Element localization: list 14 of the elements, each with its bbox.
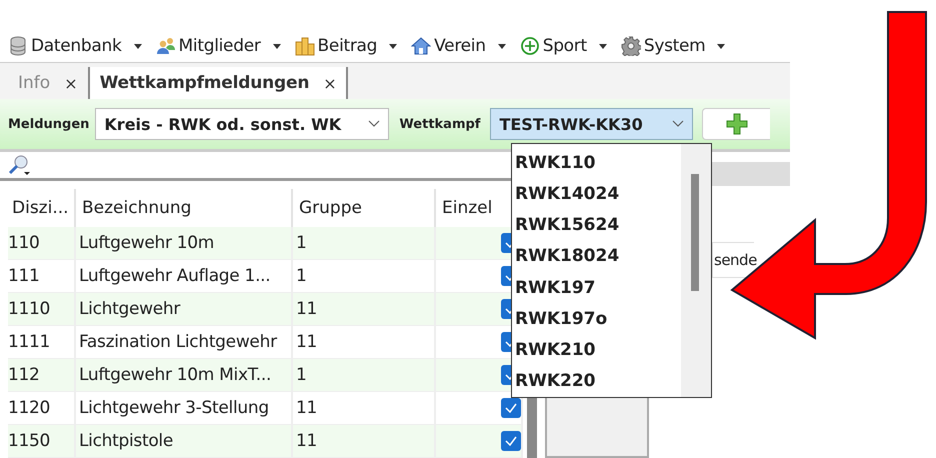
table-cell: 110: [8, 227, 76, 260]
field-label: Wettkampf: [399, 116, 480, 132]
table-cell: 11: [293, 293, 436, 326]
table-cell: Lichtgewehr: [76, 293, 293, 326]
table-cell: Luftgewehr 10m MixT...: [76, 359, 293, 392]
table-cell: 1: [293, 227, 436, 260]
field-label: Meldungen: [8, 116, 90, 132]
table-cell: 1150: [8, 425, 76, 458]
table-cell: 1110: [8, 293, 76, 326]
table-cell: Luftgewehr 10m: [76, 227, 293, 260]
table-cell: 1: [293, 359, 436, 392]
table-cell: 112: [8, 359, 76, 392]
table-cell: 11: [293, 425, 436, 458]
table-cell: Lichtpistole: [76, 425, 293, 458]
